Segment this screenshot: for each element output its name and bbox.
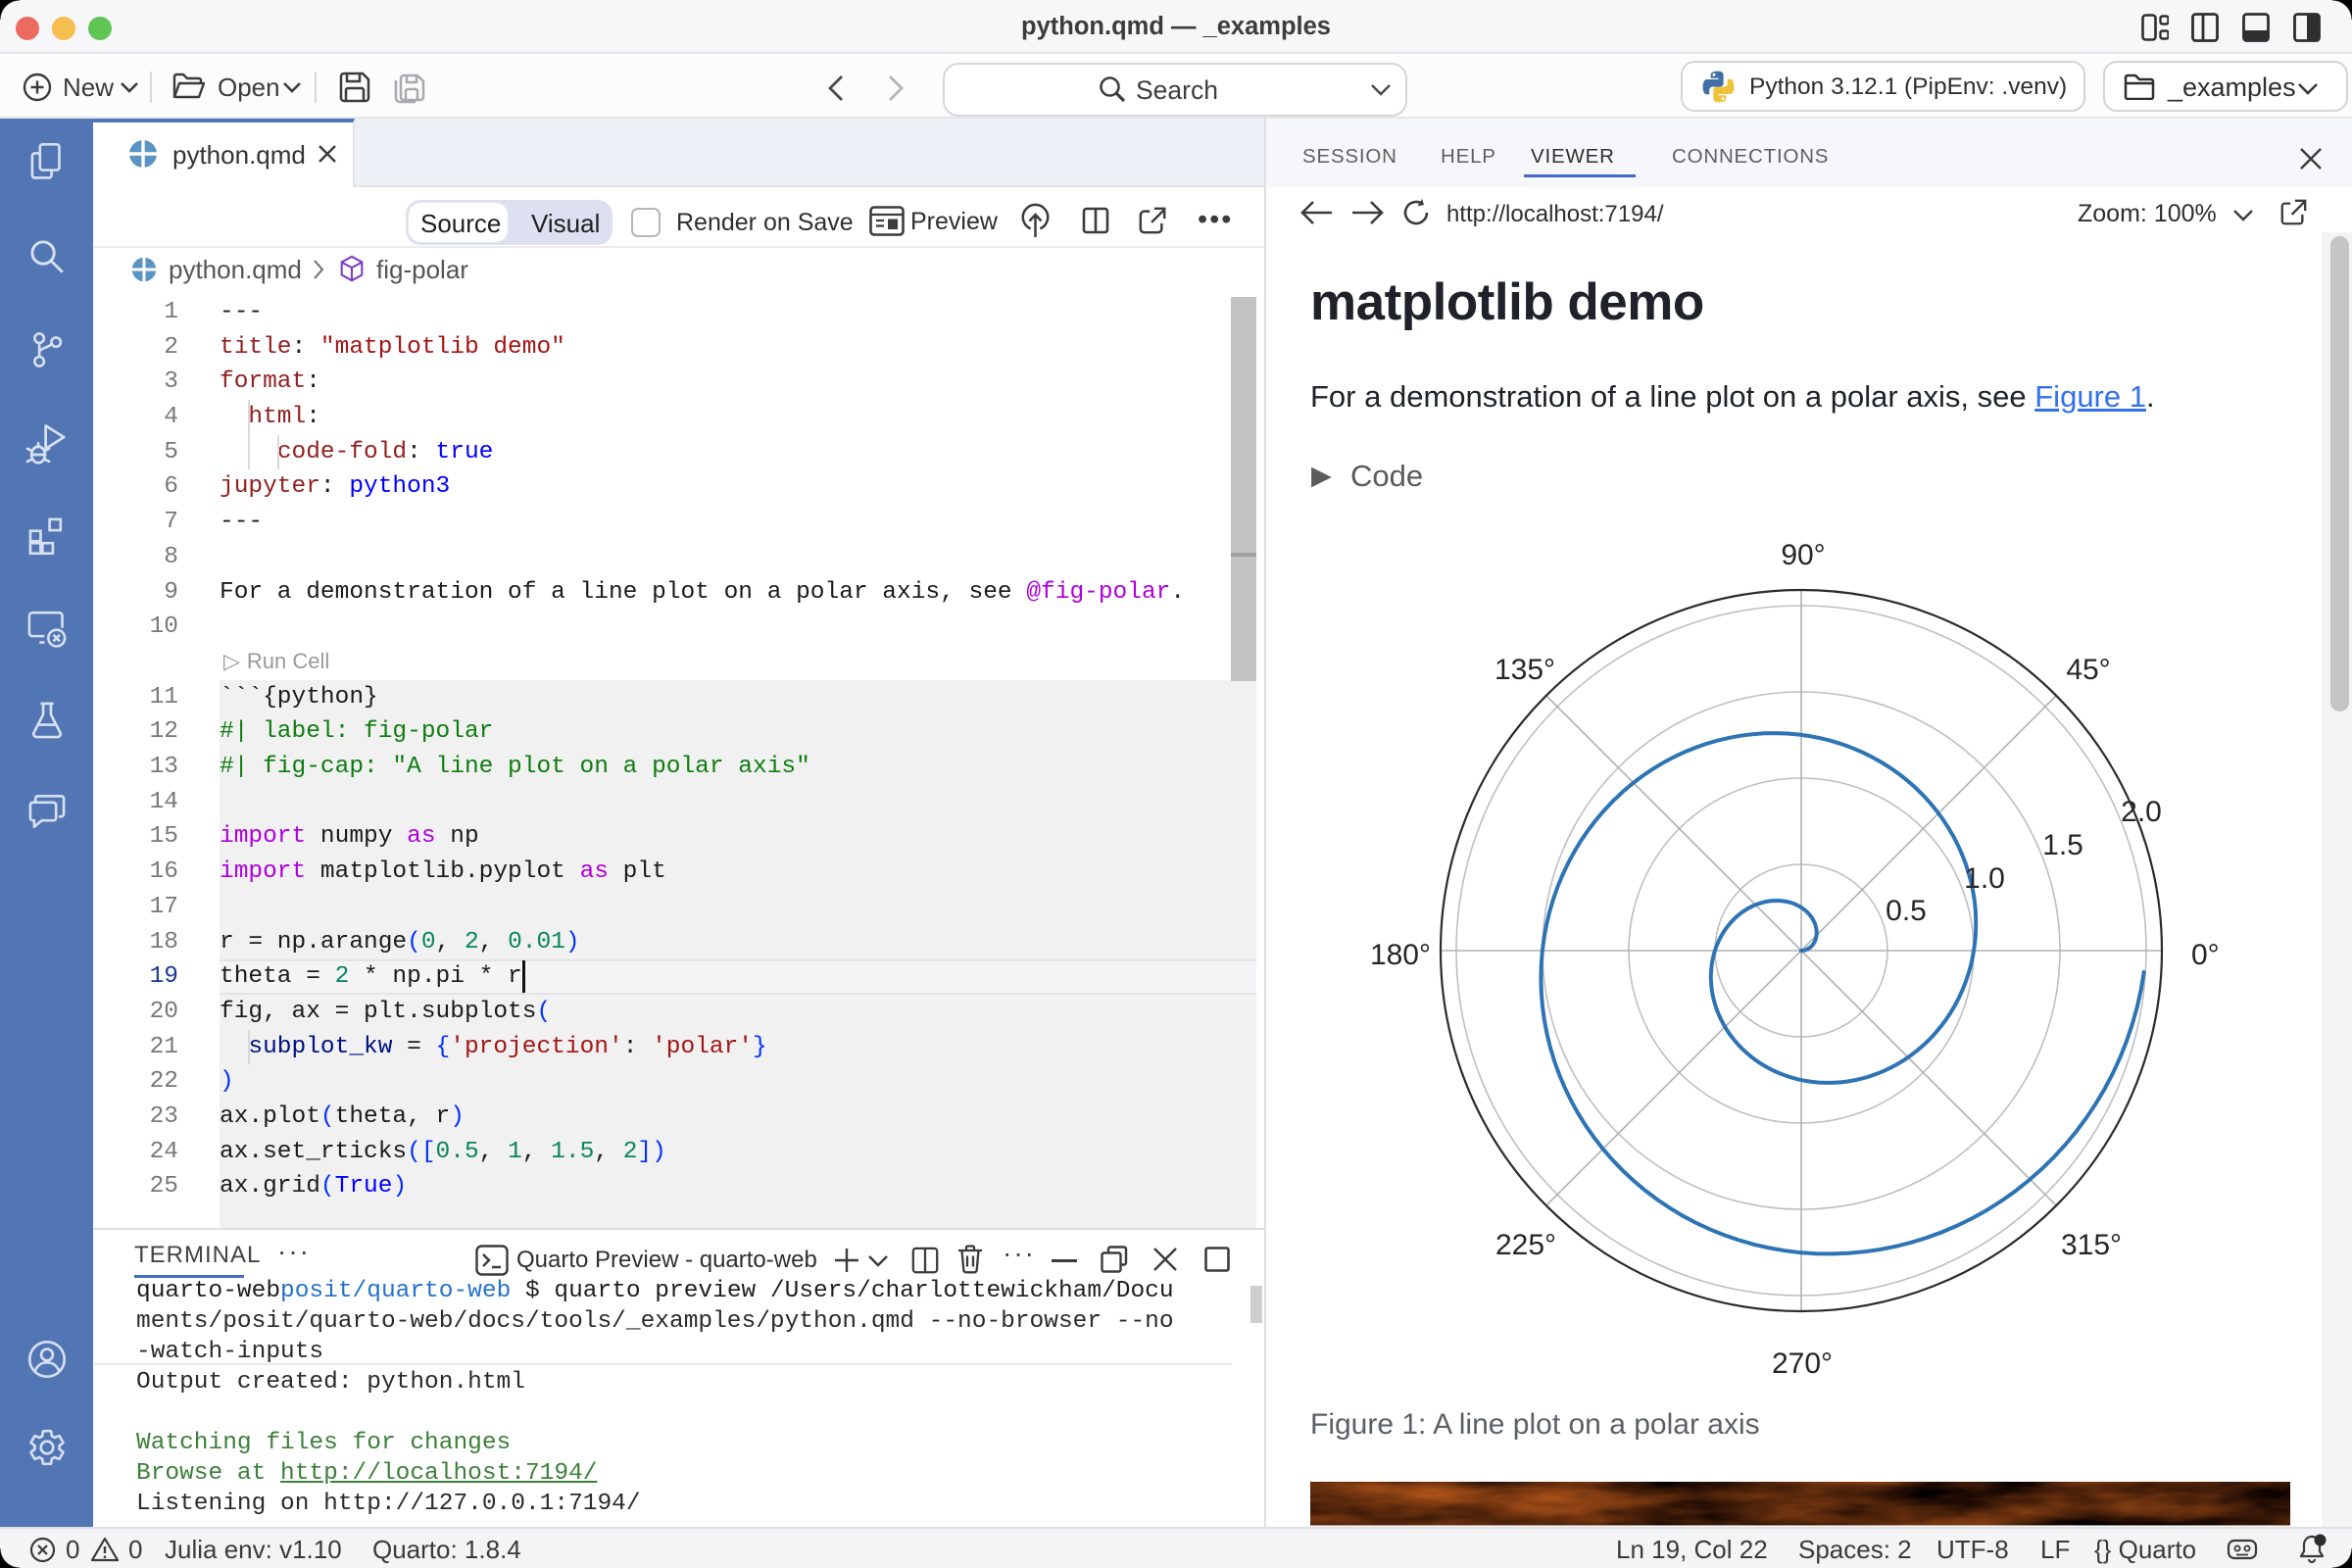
svg-text:1.0: 1.0 xyxy=(1964,862,2005,895)
svg-text:225°: 225° xyxy=(1495,1229,1556,1261)
svg-text:2.0: 2.0 xyxy=(2121,796,2162,828)
svg-text:0°: 0° xyxy=(2191,939,2220,971)
svg-text:270°: 270° xyxy=(1772,1348,1833,1380)
svg-text:45°: 45° xyxy=(2066,654,2110,686)
svg-text:90°: 90° xyxy=(1781,539,1825,571)
svg-text:180°: 180° xyxy=(1370,939,1431,971)
svg-text:0.5: 0.5 xyxy=(1886,895,1927,927)
svg-text:1.5: 1.5 xyxy=(2042,829,2083,861)
svg-text:315°: 315° xyxy=(2061,1229,2122,1261)
svg-text:135°: 135° xyxy=(1494,654,1555,686)
